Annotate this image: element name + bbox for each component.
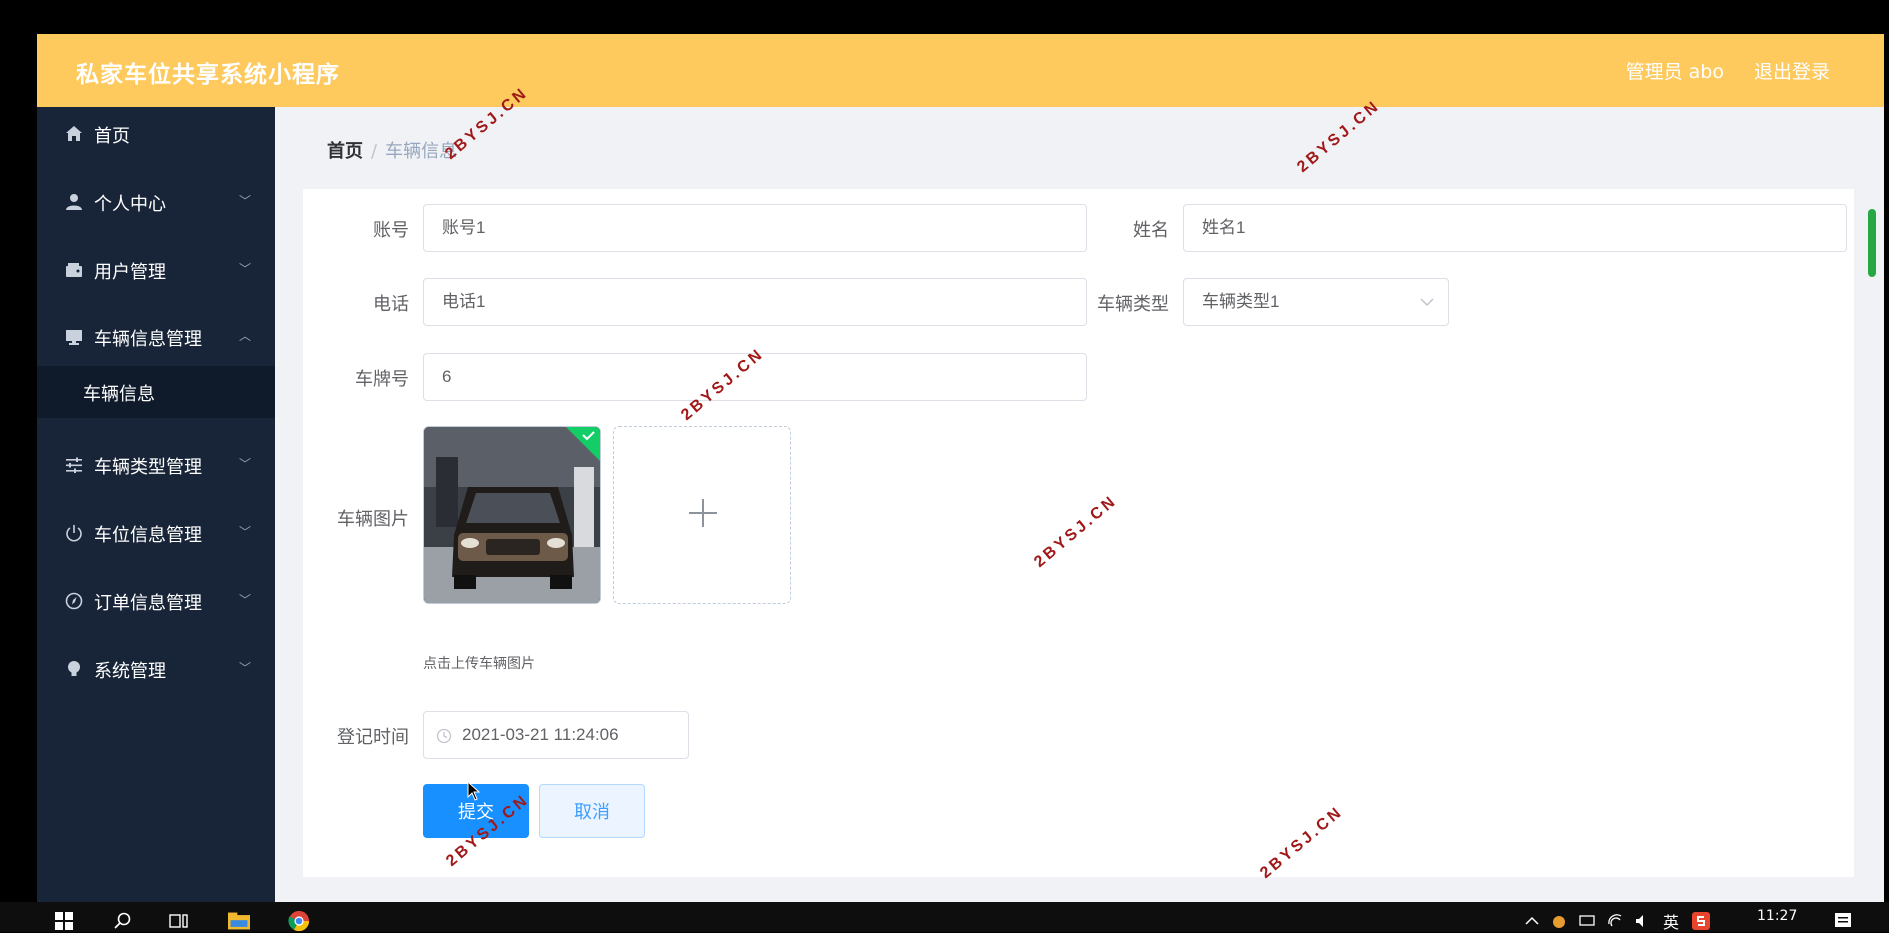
chevron-down-icon: ﹀ bbox=[238, 593, 251, 607]
notification-icon[interactable] bbox=[1833, 910, 1855, 932]
breadcrumb-current: 车辆信息 bbox=[385, 141, 458, 162]
windows-start-icon[interactable] bbox=[53, 910, 75, 932]
tray-sogou-icon[interactable] bbox=[1690, 910, 1712, 932]
scrollbar-thumb[interactable] bbox=[1868, 209, 1876, 277]
register-time-label: 登记时间 bbox=[337, 727, 409, 748]
wallet-icon bbox=[64, 260, 84, 280]
sidebar-item-label: 车辆信息管理 bbox=[94, 329, 202, 350]
screen: 私家车位共享系统小程序 管理员 abo 退出登录 首页 个人中心 ﹀ 用户管理 … bbox=[0, 0, 1889, 932]
ime-indicator[interactable]: 英 bbox=[1660, 910, 1682, 932]
vehicle-image-thumbnail[interactable] bbox=[423, 426, 601, 604]
sidebar-item-vehicle-type[interactable]: 车辆类型管理 ﹀ bbox=[37, 438, 275, 494]
current-user: 管理员 abo bbox=[1625, 61, 1724, 83]
chevron-up-icon: ︿ bbox=[238, 329, 251, 343]
chevron-down-icon: ﹀ bbox=[238, 194, 251, 208]
sidebar-item-label: 系统管理 bbox=[94, 661, 166, 682]
plate-label: 车牌号 bbox=[355, 369, 409, 390]
plus-icon bbox=[689, 499, 717, 527]
sidebar-item-label: 首页 bbox=[94, 126, 130, 147]
name-label: 姓名 bbox=[1133, 220, 1169, 241]
tray-volume-icon[interactable] bbox=[1632, 910, 1654, 932]
sidebar-item-vehicle-info[interactable]: 车辆信息管理 ︿ bbox=[37, 310, 275, 366]
tray-wifi-icon[interactable] bbox=[1604, 910, 1626, 932]
chrome-icon[interactable] bbox=[288, 910, 310, 932]
sliders-icon bbox=[64, 455, 84, 475]
sidebar-item-users[interactable]: 用户管理 ﹀ bbox=[37, 243, 275, 299]
register-time-value: 2021-03-21 11:24:06 bbox=[462, 725, 619, 744]
taskbar: 英 11:27 bbox=[0, 902, 1889, 932]
sidebar-item-system[interactable]: 系统管理 ﹀ bbox=[37, 642, 275, 698]
chevron-down-icon: ﹀ bbox=[238, 525, 251, 539]
chevron-down-icon: ﹀ bbox=[238, 457, 251, 471]
sidebar-item-parking[interactable]: 车位信息管理 ﹀ bbox=[37, 506, 275, 562]
cancel-button[interactable]: 取消 bbox=[539, 784, 645, 838]
bulb-icon bbox=[64, 659, 84, 679]
chevron-down-icon bbox=[1420, 298, 1434, 307]
compass-icon bbox=[64, 591, 84, 611]
tray-app-icon[interactable] bbox=[1548, 910, 1570, 932]
task-view-icon[interactable] bbox=[168, 910, 190, 932]
plate-input[interactable]: 6 bbox=[423, 353, 1087, 401]
chevron-down-icon: ﹀ bbox=[238, 262, 251, 276]
app-title: 私家车位共享系统小程序 bbox=[76, 62, 340, 88]
sidebar-item-label: 车位信息管理 bbox=[94, 525, 202, 546]
main-content: 首页 / 车辆信息 账号 账号1 姓名 姓名1 电话 电话1 车辆类型 车辆类型1 … bbox=[275, 107, 1884, 902]
file-explorer-icon[interactable] bbox=[228, 910, 250, 932]
account-label: 账号 bbox=[373, 220, 409, 241]
sidebar-subitem-vehicle[interactable]: 车辆信息 bbox=[37, 366, 275, 418]
upload-tip: 点击上传车辆图片 bbox=[423, 656, 535, 672]
breadcrumb-home[interactable]: 首页 bbox=[327, 141, 363, 162]
chevron-down-icon: ﹀ bbox=[238, 661, 251, 675]
name-input[interactable]: 姓名1 bbox=[1183, 204, 1847, 252]
form-card: 账号 账号1 姓名 姓名1 电话 电话1 车辆类型 车辆类型1 车牌号 6 车辆… bbox=[303, 189, 1854, 877]
sidebar-item-label: 车辆类型管理 bbox=[94, 457, 202, 478]
register-time-picker[interactable]: 2021-03-21 11:24:06 bbox=[423, 711, 689, 759]
sidebar-subitem-label: 车辆信息 bbox=[83, 384, 155, 405]
logout-link[interactable]: 退出登录 bbox=[1754, 57, 1830, 84]
clock-icon bbox=[436, 728, 452, 744]
top-bar: 私家车位共享系统小程序 管理员 abo 退出登录 bbox=[37, 34, 1884, 107]
sidebar-item-orders[interactable]: 订单信息管理 ﹀ bbox=[37, 574, 275, 630]
app-window: 私家车位共享系统小程序 管理员 abo 退出登录 首页 个人中心 ﹀ 用户管理 … bbox=[37, 34, 1884, 902]
sidebar-item-label: 个人中心 bbox=[94, 194, 166, 215]
breadcrumb-separator: / bbox=[371, 141, 378, 162]
phone-input[interactable]: 电话1 bbox=[423, 278, 1087, 326]
vehicle-type-label: 车辆类型 bbox=[1097, 294, 1169, 315]
tray-chevron-up-icon[interactable] bbox=[1521, 910, 1543, 932]
search-icon[interactable] bbox=[112, 910, 134, 932]
vehicle-type-select[interactable]: 车辆类型1 bbox=[1183, 278, 1449, 326]
success-badge-icon bbox=[566, 427, 600, 461]
account-input[interactable]: 账号1 bbox=[423, 204, 1087, 252]
mouse-cursor-icon bbox=[467, 781, 481, 801]
power-icon bbox=[64, 523, 84, 543]
monitor-icon bbox=[64, 327, 84, 347]
vehicle-type-value: 车辆类型1 bbox=[1202, 292, 1280, 311]
taskbar-clock[interactable]: 11:27 bbox=[1757, 908, 1797, 924]
home-icon bbox=[64, 124, 84, 144]
upload-button[interactable] bbox=[613, 426, 791, 604]
user-icon bbox=[64, 192, 84, 212]
phone-label: 电话 bbox=[373, 294, 409, 315]
sidebar-item-label: 用户管理 bbox=[94, 262, 166, 283]
sidebar: 首页 个人中心 ﹀ 用户管理 ﹀ 车辆信息管理 ︿ 车辆信息 车辆类型管理 ﹀ … bbox=[37, 107, 275, 902]
image-label: 车辆图片 bbox=[337, 509, 409, 530]
tray-network-icon[interactable] bbox=[1576, 910, 1598, 932]
sidebar-item-personal[interactable]: 个人中心 ﹀ bbox=[37, 175, 275, 231]
sidebar-item-label: 订单信息管理 bbox=[94, 593, 202, 614]
sidebar-item-home[interactable]: 首页 bbox=[37, 107, 275, 163]
breadcrumb: 首页 / 车辆信息 bbox=[327, 137, 457, 163]
